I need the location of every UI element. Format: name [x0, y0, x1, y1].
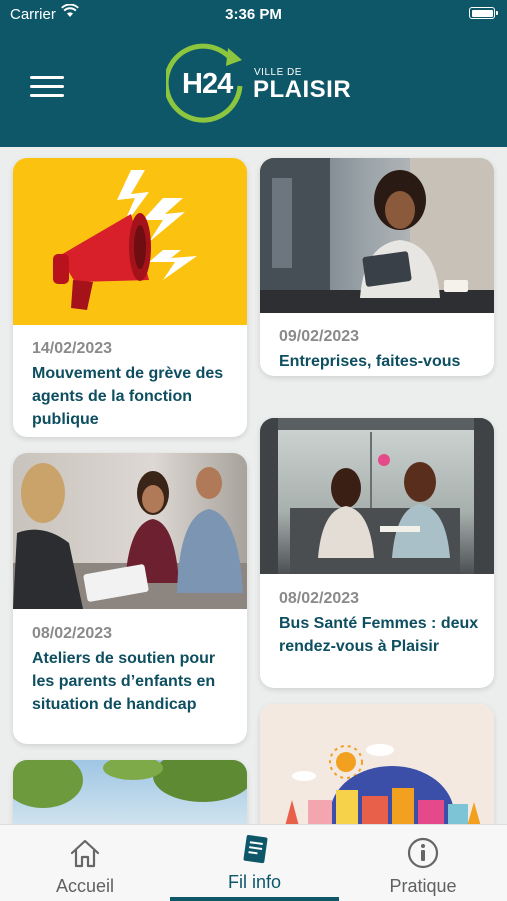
tab-label: Pratique: [389, 876, 457, 896]
tab-label: Fil info: [227, 872, 281, 892]
news-date: 08/02/2023: [32, 625, 113, 642]
news-card[interactable]: 08/02/2023 Bus Santé Femmes : deux rende…: [260, 418, 494, 688]
battery-icon: [469, 7, 498, 19]
news-card[interactable]: [13, 760, 247, 824]
active-tab-indicator: [170, 897, 339, 901]
logo-city-text: PLAISIR: [253, 76, 352, 103]
app-header: Carrier 3:36 PM H24 VILLE DE PLAISIR: [0, 0, 507, 147]
clock: 3:36 PM: [225, 6, 282, 23]
tab-accueil[interactable]: Accueil: [0, 825, 170, 901]
news-date: 09/02/2023: [279, 328, 360, 345]
news-title: Entreprises, faites-vous connaître !: [279, 353, 461, 370]
tab-bar: Accueil Fil info Pratique: [0, 824, 507, 901]
logo-h24-text: H24: [182, 68, 233, 100]
bus-interior-photo: [260, 418, 494, 574]
news-card[interactable]: 14/02/2023 Mouvement de grève des agents…: [13, 158, 247, 437]
city-illustration: [260, 704, 494, 824]
logo: H24 VILLE DE PLAISIR: [166, 40, 356, 128]
news-title: Mouvement de grève des agents de la fonc…: [32, 365, 224, 428]
news-feed[interactable]: 14/02/2023 Mouvement de grève des agents…: [0, 147, 507, 824]
megaphone-illustration: [13, 158, 247, 325]
news-card[interactable]: 08/02/2023 Ateliers de soutien pour les …: [13, 453, 247, 744]
news-card[interactable]: [260, 704, 494, 824]
news-date: 08/02/2023: [279, 590, 360, 607]
tab-fil-info[interactable]: Fil info: [170, 825, 339, 901]
woman-with-tablet-photo: [260, 158, 494, 313]
news-title: Ateliers de soutien pour les parents d’e…: [32, 650, 216, 713]
news-icon: [243, 834, 267, 864]
park-trees-photo: [13, 760, 247, 824]
megaphone-icon: [53, 170, 197, 310]
home-icon: [70, 839, 100, 868]
news-date: 14/02/2023: [32, 340, 113, 357]
info-icon: [407, 837, 439, 869]
tab-label: Accueil: [55, 876, 115, 896]
news-card[interactable]: 09/02/2023 Entreprises, faites-vous conn…: [260, 158, 494, 376]
tab-pratique[interactable]: Pratique: [339, 825, 507, 901]
status-bar: Carrier 3:36 PM: [0, 0, 507, 28]
news-title: Bus Santé Femmes : deux rendez-vous à Pl…: [279, 615, 479, 655]
hamburger-menu-button[interactable]: [30, 76, 64, 100]
meeting-photo: [13, 453, 247, 609]
